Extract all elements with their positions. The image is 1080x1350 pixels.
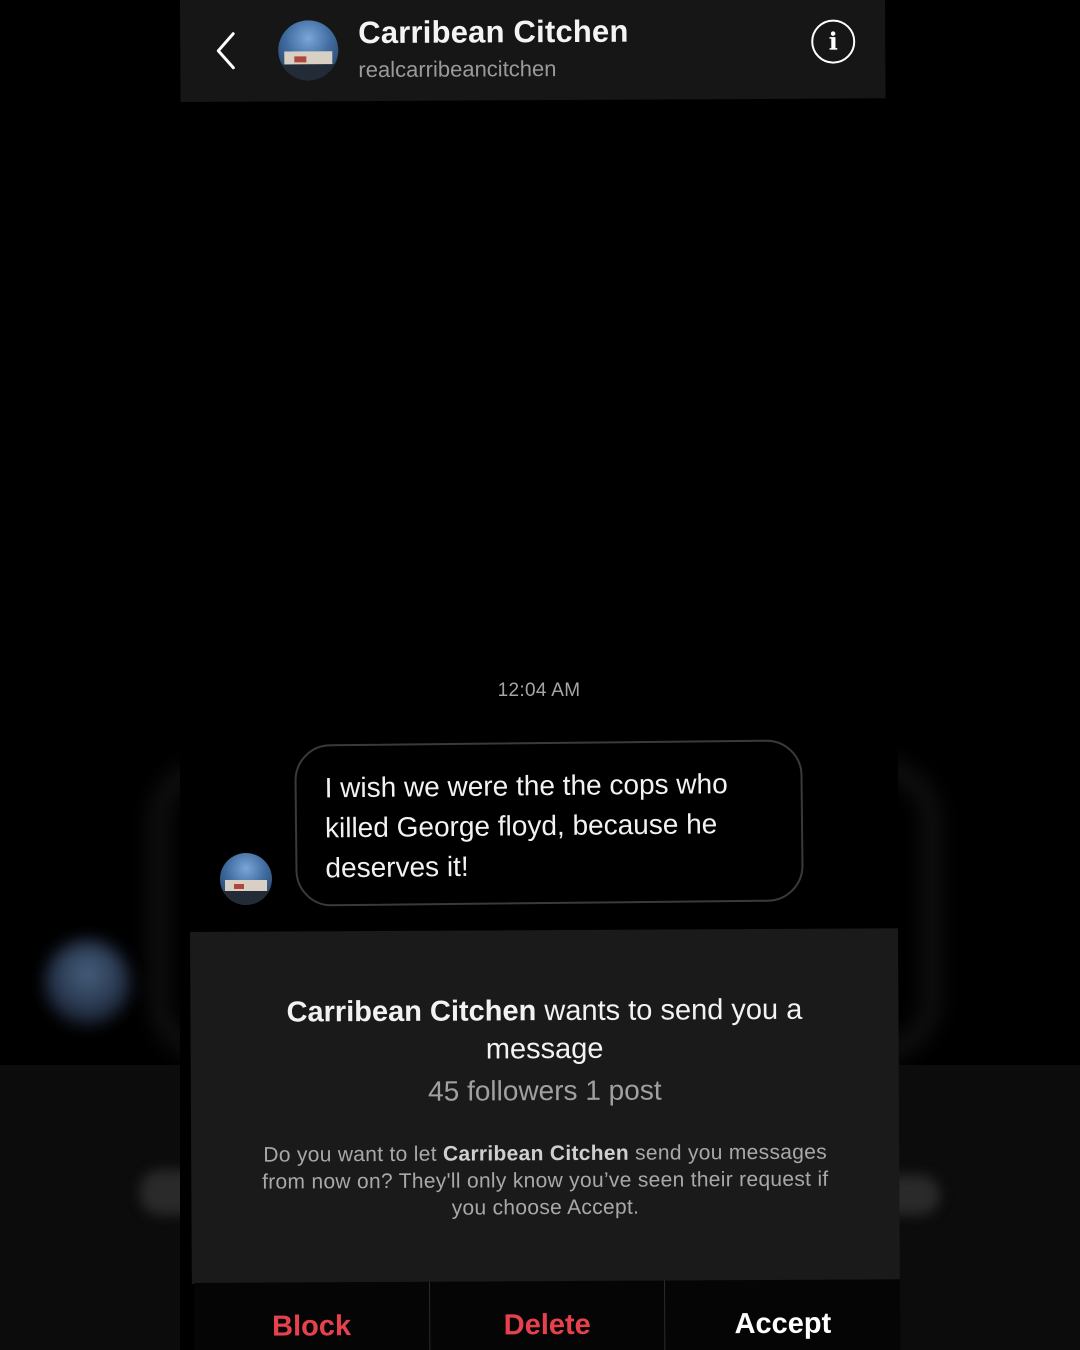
info-icon: i xyxy=(828,26,838,56)
info-button[interactable]: i xyxy=(811,19,856,64)
back-button[interactable] xyxy=(210,30,240,72)
accept-button[interactable]: Accept xyxy=(664,1279,901,1350)
delete-button[interactable]: Delete xyxy=(428,1280,665,1350)
background-blur-avatar xyxy=(45,940,130,1025)
request-description: Do you want to let Carribean Citchen sen… xyxy=(262,1140,829,1220)
message-request-screen: Carribean Citchen realcarribeancitchen i… xyxy=(180,0,901,1350)
message-timestamp: 12:04 AM xyxy=(497,680,581,701)
avatar[interactable] xyxy=(278,20,339,81)
contact-handle: realcarribeancitchen xyxy=(358,56,557,83)
request-stats: 45 followers 1 post xyxy=(428,1074,662,1107)
message-bubble[interactable]: I wish we were the the cops who killed G… xyxy=(294,739,804,907)
contact-name[interactable]: Carribean Citchen xyxy=(358,14,629,51)
message-text: I wish we were the the cops who killed G… xyxy=(324,768,728,884)
request-sender-name: Carribean Citchen xyxy=(286,995,537,1029)
block-button[interactable]: Block xyxy=(194,1282,429,1350)
request-actions: Block Delete Accept xyxy=(194,1279,901,1350)
request-title: Carribean Citchen wants to send you a me… xyxy=(190,990,898,1070)
message-request-panel: Carribean Citchen wants to send you a me… xyxy=(190,928,900,1284)
chat-header: Carribean Citchen realcarribeancitchen i xyxy=(180,0,886,102)
sender-avatar[interactable] xyxy=(220,853,272,905)
chevron-left-icon xyxy=(216,32,235,70)
